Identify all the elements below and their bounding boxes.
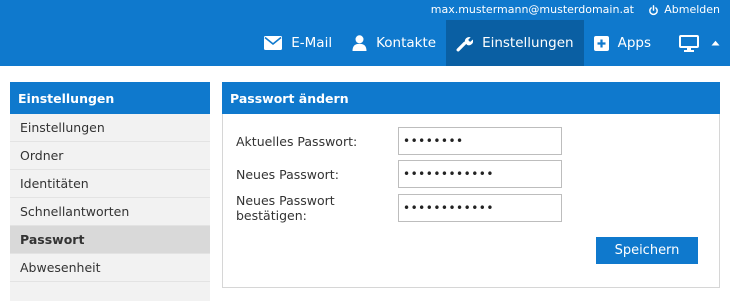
collapse-header-button[interactable] (709, 20, 730, 66)
wrench-icon (456, 36, 474, 51)
password-form: Aktuelles Passwort: •••••••• Neues Passw… (222, 114, 720, 288)
sidebar-title: Einstellungen (10, 82, 210, 114)
logout-label: Abmelden (664, 3, 720, 16)
current-password-row: Aktuelles Passwort: •••••••• (236, 127, 562, 155)
plus-square-icon (593, 35, 609, 51)
nav-apps[interactable]: Apps (584, 20, 661, 66)
sidebar-item-passwort[interactable]: Passwort (10, 226, 210, 254)
nav-email-label: E-Mail (291, 35, 333, 51)
envelope-icon (264, 36, 283, 50)
sidebar-item-ordner[interactable]: Ordner (10, 142, 210, 170)
nav-apps-label: Apps (617, 35, 651, 51)
sidebar-item-abwesenheit[interactable]: Abwesenheit (10, 254, 210, 282)
nav-email[interactable]: E-Mail (254, 20, 342, 66)
settings-sidebar: Einstellungen Einstellungen Ordner Ident… (10, 82, 210, 301)
monitor-icon (679, 34, 699, 52)
person-icon (352, 35, 367, 51)
nav-contacts[interactable]: Kontakte (342, 20, 446, 66)
current-password-input[interactable]: •••••••• (398, 127, 562, 155)
sidebar-item-einstellungen[interactable]: Einstellungen (10, 114, 210, 142)
caret-up-icon (711, 40, 720, 46)
main-nav: E-Mail Kontakte Einstellungen Apps (254, 20, 730, 66)
top-bar: max.mustermann@musterdomain.at Abmelden … (0, 0, 730, 66)
confirm-password-input[interactable]: •••••••••••• (398, 194, 562, 222)
nav-settings[interactable]: Einstellungen (446, 20, 584, 66)
current-password-label: Aktuelles Passwort: (236, 133, 358, 149)
page-title: Passwort ändern (222, 82, 720, 114)
password-panel: Passwort ändern Aktuelles Passwort: ••••… (222, 82, 720, 288)
nav-settings-label: Einstellungen (482, 35, 574, 51)
power-icon (649, 4, 659, 15)
save-button[interactable]: Speichern (596, 237, 698, 264)
nav-contacts-label: Kontakte (376, 35, 437, 51)
logout-button[interactable]: Abmelden (648, 3, 720, 17)
sidebar-item-schnellantworten[interactable]: Schnellantworten (10, 198, 210, 226)
new-password-input[interactable]: •••••••••••• (398, 160, 562, 188)
new-password-row: Neues Passwort: •••••••••••• (236, 160, 562, 188)
device-switch-button[interactable] (661, 20, 709, 66)
new-password-label: Neues Passwort: (236, 166, 339, 182)
confirm-password-row: Neues Passwort bestätigen: •••••••••••• (236, 193, 562, 223)
confirm-password-label: Neues Passwort bestätigen: (236, 193, 335, 223)
user-email: max.mustermann@musterdomain.at (430, 3, 634, 16)
sidebar-item-identitaeten[interactable]: Identitäten (10, 170, 210, 198)
